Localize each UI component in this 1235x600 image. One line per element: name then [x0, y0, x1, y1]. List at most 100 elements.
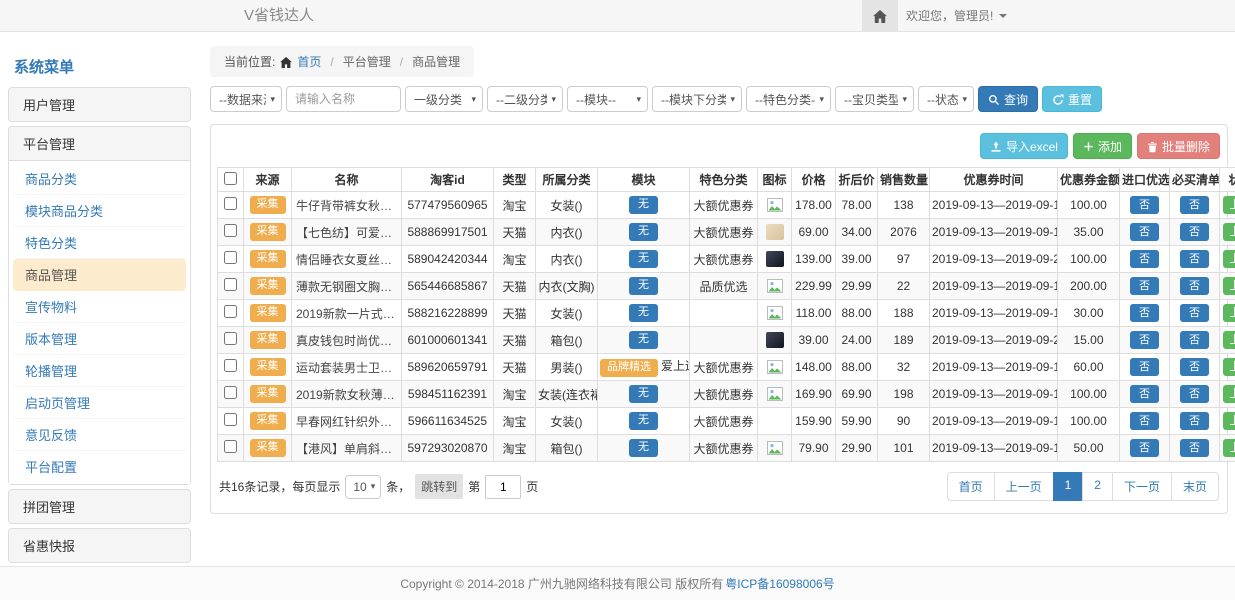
filter-select-2[interactable]: --模块--▾ [567, 86, 648, 112]
row-checkbox[interactable] [224, 305, 237, 318]
user-menu[interactable]: 欢迎您，管理员! [906, 0, 1007, 31]
module-badge: 无 [629, 223, 658, 241]
sidebar-item-1-8[interactable]: 意见反馈 [13, 419, 186, 451]
page-button-3[interactable]: 2 [1082, 472, 1113, 501]
sidebar-group-header-3[interactable]: 省惠快报 [9, 529, 190, 562]
breadcrumb-home-link[interactable]: 首页 [297, 53, 321, 70]
page-button-4[interactable]: 下一页 [1112, 472, 1172, 501]
import-select-toggle[interactable]: 否 [1130, 277, 1159, 295]
per-page-select[interactable]: 10 ▾ [345, 475, 381, 499]
reset-button[interactable]: 重置 [1042, 86, 1102, 112]
import-select-cell: 否 [1120, 435, 1170, 462]
jump-page-input[interactable] [485, 475, 521, 499]
sidebar-item-1-1[interactable]: 模块商品分类 [13, 195, 186, 227]
import-select-toggle[interactable]: 否 [1130, 196, 1159, 214]
status-toggle[interactable]: 上架 [1223, 439, 1235, 457]
status-toggle[interactable]: 上架 [1223, 277, 1235, 295]
import-select-toggle[interactable]: 否 [1130, 412, 1159, 430]
import-select-toggle[interactable]: 否 [1130, 358, 1159, 376]
coupon-amount: 30.00 [1058, 300, 1120, 327]
row-checkbox[interactable] [224, 440, 237, 453]
sidebar-item-1-2[interactable]: 特色分类 [13, 227, 186, 259]
row-checkbox[interactable] [224, 224, 237, 237]
filter-select-0[interactable]: 一级分类▾ [405, 86, 483, 112]
status-toggle[interactable]: 上架 [1223, 223, 1235, 241]
sidebar-item-1-3[interactable]: 商品管理 [13, 259, 186, 291]
status-toggle[interactable]: 上架 [1223, 304, 1235, 322]
sidebar-item-1-4[interactable]: 宣传物料 [13, 291, 186, 323]
filter-select-1[interactable]: --二级分类--▾ [487, 86, 563, 112]
row-checkbox[interactable] [224, 413, 237, 426]
page-button-0[interactable]: 首页 [947, 472, 995, 501]
name-search-input[interactable] [286, 86, 401, 112]
must-buy-toggle[interactable]: 否 [1180, 358, 1209, 376]
coupon-amount: 100.00 [1058, 408, 1120, 435]
must-buy-toggle[interactable]: 否 [1180, 223, 1209, 241]
must-buy-toggle[interactable]: 否 [1180, 439, 1209, 457]
import-select-toggle[interactable]: 否 [1130, 223, 1159, 241]
sidebar-item-1-0[interactable]: 商品分类 [13, 163, 186, 195]
product-type: 天猫 [494, 354, 536, 381]
import-excel-button[interactable]: 导入excel [980, 133, 1068, 159]
search-button[interactable]: 查询 [978, 86, 1038, 112]
sidebar-item-1-5[interactable]: 版本管理 [13, 323, 186, 355]
import-select-toggle[interactable]: 否 [1130, 331, 1159, 349]
must-buy-cell: 否 [1170, 354, 1220, 381]
must-buy-toggle[interactable]: 否 [1180, 331, 1209, 349]
row-checkbox[interactable] [224, 197, 237, 210]
search-icon [988, 92, 1000, 106]
filter-select-6[interactable]: --状态--▾ [918, 86, 974, 112]
breadcrumb-item-0[interactable]: 平台管理 [343, 53, 391, 70]
page-button-1[interactable]: 上一页 [994, 472, 1054, 501]
sidebar-group-header-0[interactable]: 用户管理 [9, 88, 190, 121]
filter-select-5[interactable]: --宝贝类型--▾ [835, 86, 914, 112]
sidebar-item-1-7[interactable]: 启动页管理 [13, 387, 186, 419]
sidebar-item-1-6[interactable]: 轮播管理 [13, 355, 186, 387]
batch-delete-button[interactable]: 批量删除 [1137, 133, 1220, 159]
row-checkbox[interactable] [224, 332, 237, 345]
import-select-toggle[interactable]: 否 [1130, 439, 1159, 457]
status-toggle[interactable]: 上架 [1223, 385, 1235, 403]
select-all-checkbox[interactable] [224, 172, 237, 185]
must-buy-toggle[interactable]: 否 [1180, 277, 1209, 295]
page-button-5[interactable]: 末页 [1171, 472, 1219, 501]
table-body: 采集牛仔背带裤女秋装减龄...577479560965淘宝女装()无大额优惠券1… [218, 192, 1235, 462]
status-toggle[interactable]: 上架 [1223, 358, 1235, 376]
filter-select-3[interactable]: --模块下分类--▾ [652, 86, 742, 112]
jump-button[interactable]: 跳转到 [415, 474, 463, 499]
product-name: 【港风】单肩斜挎链条... [292, 435, 402, 462]
row-checkbox[interactable] [224, 386, 237, 399]
status-toggle[interactable]: 上架 [1223, 196, 1235, 214]
page-button-2[interactable]: 1 [1053, 472, 1084, 501]
must-buy-toggle[interactable]: 否 [1180, 304, 1209, 322]
sidebar-item-1-9[interactable]: 平台配置 [13, 451, 186, 482]
column-header-11: 优惠券时间 [930, 168, 1058, 192]
status-cell: 上架 [1220, 219, 1235, 246]
sidebar-group-header-2[interactable]: 拼团管理 [9, 490, 190, 523]
must-buy-toggle[interactable]: 否 [1180, 412, 1209, 430]
price: 148.00 [792, 354, 836, 381]
filter-bar: --数据来源--▾ 一级分类▾--二级分类--▾--模块--▾--模块下分类--▾… [210, 86, 1228, 112]
coupon-amount: 100.00 [1058, 192, 1120, 219]
status-toggle[interactable]: 上架 [1223, 412, 1235, 430]
sidebar-group-header-1[interactable]: 平台管理 [9, 127, 190, 161]
row-checkbox[interactable] [224, 359, 237, 372]
main-content: 当前位置: 首页 /平台管理/商品管理 --数据来源--▾一级分类▾--二级分类… [210, 46, 1228, 514]
row-checkbox[interactable] [224, 278, 237, 291]
status-toggle[interactable]: 上架 [1223, 331, 1235, 349]
import-select-toggle[interactable]: 否 [1130, 250, 1159, 268]
must-buy-toggle[interactable]: 否 [1180, 250, 1209, 268]
status-cell: 上架 [1220, 327, 1235, 354]
import-select-toggle[interactable]: 否 [1130, 304, 1159, 322]
add-button[interactable]: 添加 [1073, 133, 1132, 159]
status-toggle[interactable]: 上架 [1223, 250, 1235, 268]
must-buy-toggle[interactable]: 否 [1180, 385, 1209, 403]
import-select-toggle[interactable]: 否 [1130, 385, 1159, 403]
product-type: 淘宝 [494, 246, 536, 273]
must-buy-toggle[interactable]: 否 [1180, 196, 1209, 214]
icp-link[interactable]: 粤ICP备16098006号 [725, 575, 834, 592]
filter-select-4[interactable]: --特色分类--▾ [746, 86, 831, 112]
row-checkbox[interactable] [224, 251, 237, 264]
navbar-home-button[interactable] [862, 0, 898, 31]
filter-data-source-select[interactable]: --数据来源--▾ [210, 86, 282, 112]
